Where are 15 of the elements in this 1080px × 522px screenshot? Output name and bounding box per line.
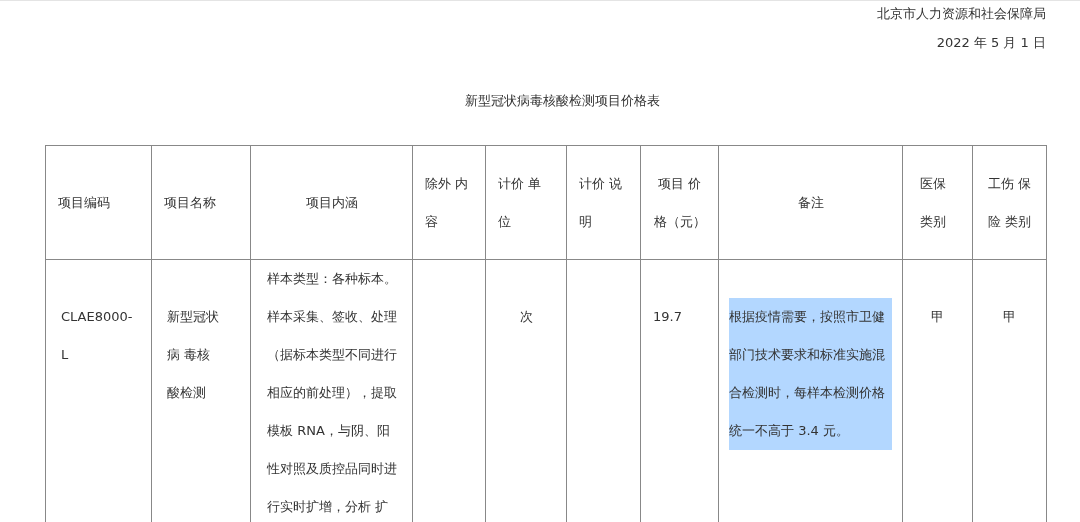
table-cell: CLAE8000-L bbox=[45, 259, 152, 522]
column-header: 计价 单位 bbox=[485, 145, 567, 260]
document-date: 2022 年 5 月 1 日 bbox=[936, 35, 1046, 51]
column-header: 项目 价格（元） bbox=[640, 145, 719, 260]
column-header: 工伤 保险 类别 bbox=[972, 145, 1047, 260]
column-header: 备注 bbox=[718, 145, 903, 260]
column-header: 医保类别 bbox=[902, 145, 973, 260]
selected-text: 根据疫情需要，按照市卫健部门技术要求和标准实施混合检测时，每样本检测价格统一不高于 3.4 元。 bbox=[729, 298, 892, 450]
column-header: 计价 说明 bbox=[566, 145, 641, 260]
column-header: 项目名称 bbox=[151, 145, 251, 260]
column-header: 项目内涵 bbox=[250, 145, 413, 260]
column-header: 除外 内容 bbox=[412, 145, 486, 260]
column-header: 项目编码 bbox=[45, 145, 152, 260]
document-title: 新型冠状病毒核酸检测项目价格表 bbox=[463, 93, 661, 109]
issuer-name: 北京市人力资源和社会保障局 bbox=[877, 6, 1046, 22]
